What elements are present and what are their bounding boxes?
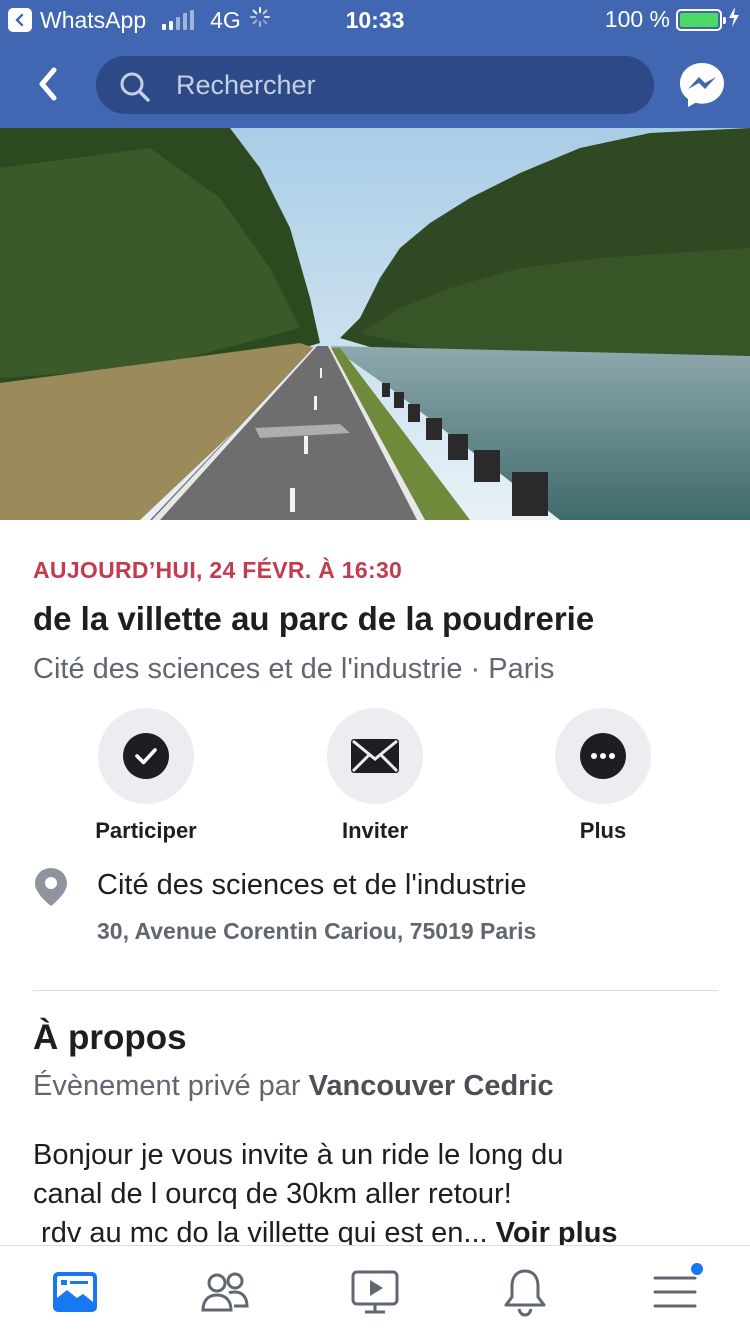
description-clip: Bonjour je vous invite à un ride le long… (0, 1130, 750, 1245)
description-line: Bonjour je vous invite à un ride le long… (33, 1139, 564, 1171)
more-button[interactable]: Plus (513, 708, 693, 844)
groups-icon[interactable] (197, 1264, 253, 1320)
more-label: Plus (579, 818, 627, 843)
event-cover-photo[interactable] (0, 128, 750, 520)
event-date: AUJOURD’HUI, 24 FÉVR. À 16:30 (33, 557, 403, 583)
see-more-link[interactable]: Voir plus (496, 1217, 618, 1245)
more-circle (555, 708, 651, 804)
participate-button[interactable]: Participer (56, 708, 236, 844)
news-feed-icon[interactable] (47, 1264, 103, 1320)
invite-circle (327, 708, 423, 804)
about-meta: Évènement privé par Vancouver Cedric (33, 1070, 554, 1103)
about-heading: À propos (33, 1018, 187, 1057)
privacy-label: Évènement privé par (33, 1070, 301, 1102)
notifications-icon[interactable] (497, 1264, 553, 1320)
organizer-link[interactable]: Vancouver Cedric (309, 1070, 554, 1102)
description-line: canal de l ourcq de 30km aller retour! (33, 1178, 512, 1210)
charging-icon (728, 6, 740, 33)
event-description: Bonjour je vous invite à un ride le long… (33, 1136, 723, 1245)
battery-percent: 100 % (604, 6, 670, 32)
description-line: rdv au mc do la villette qui est en... (33, 1217, 488, 1245)
description-line-last: rdv au mc do la villette qui est en... V… (33, 1214, 723, 1245)
location-name[interactable]: Cité des sciences et de l'industrie (97, 869, 526, 902)
status-bar: WhatsApp 4G 10:33 100 % (0, 0, 750, 40)
top-bar: WhatsApp 4G 10:33 100 % (0, 0, 750, 128)
divider (33, 990, 718, 991)
location-pin-icon (33, 867, 69, 912)
battery-icon (676, 8, 726, 31)
search-icon (118, 70, 152, 109)
back-button[interactable] (30, 62, 70, 106)
invite-label: Inviter (341, 818, 409, 843)
check-icon (123, 733, 169, 779)
envelope-icon (351, 739, 399, 773)
more-icon (580, 733, 626, 779)
participate-circle (98, 708, 194, 804)
invite-button[interactable]: Inviter (285, 708, 465, 844)
event-actions: Participer Inviter Plus (0, 708, 750, 848)
participate-label: Participer (95, 818, 197, 843)
location-address[interactable]: 30, Avenue Corentin Cariou, 75019 Paris (97, 918, 536, 945)
event-title: de la villette au parc de la poudrerie (33, 600, 595, 637)
menu-notification-dot (689, 1261, 705, 1277)
search-input[interactable] (176, 56, 636, 114)
messenger-icon[interactable] (677, 60, 727, 110)
search-bar[interactable] (96, 56, 654, 114)
bottom-tab-bar (0, 1245, 750, 1334)
watch-icon[interactable] (347, 1264, 403, 1320)
event-subtitle[interactable]: Cité des sciences et de l'industrie · Pa… (33, 653, 554, 686)
